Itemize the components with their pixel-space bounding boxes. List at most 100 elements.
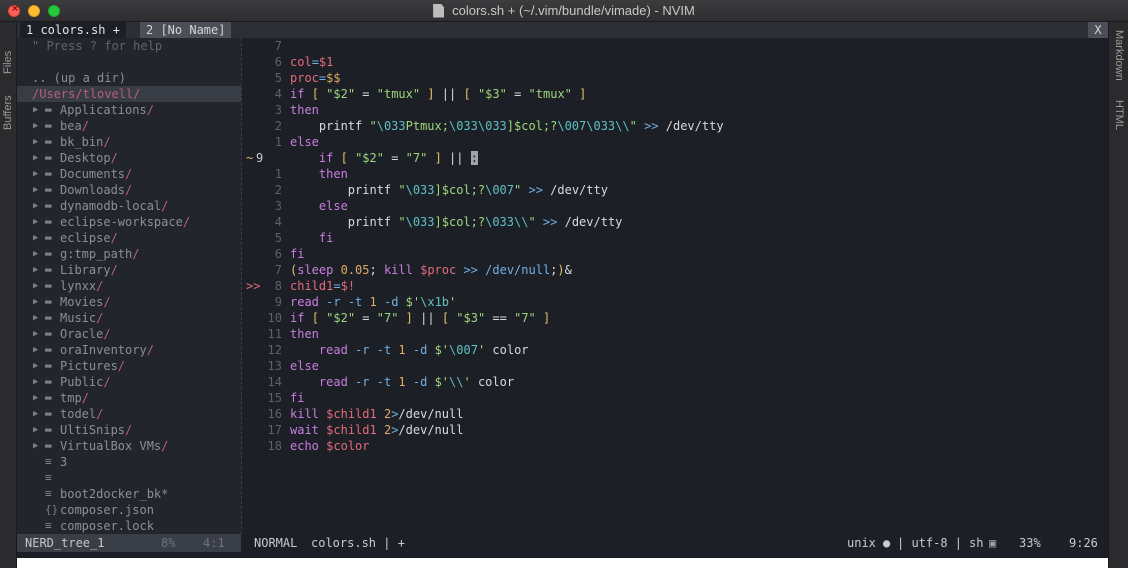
side-tab-markdown[interactable]: Markdown [1113,30,1125,81]
tab-no-name[interactable]: 2 [No Name] [140,22,232,38]
tree-dir-item[interactable]: ▶ ▬ eclipse/ [17,230,241,246]
pane-separator[interactable] [241,38,242,534]
tree-dir-item[interactable]: ▶ ▬ Documents/ [17,166,241,182]
tree-dir-item[interactable]: ▶ ▬ lynxx/ [17,278,241,294]
code-line[interactable]: 1 else [243,134,1108,150]
tree-dir-item[interactable]: ▶ ▬ Public/ [17,374,241,390]
tree-dir-item[interactable]: ▶ ▬ g:tmp_path/ [17,246,241,262]
tree-file-item[interactable]: ≡ boot2docker_bk* [17,486,241,502]
tree-dir-item[interactable]: ▶ ▬ dynamodb-local/ [17,198,241,214]
code-line[interactable]: 14 read -r -t 1 -d $'\\' color [243,374,1108,390]
file-name: composer.lock [60,519,154,533]
dir-name: VirtualBox VMs/ [60,438,168,454]
code-line[interactable]: 3 then [243,102,1108,118]
tree-dir-item[interactable]: ▶ ▬ Music/ [17,310,241,326]
tab-colors-sh[interactable]: 1 colors.sh + [20,22,126,38]
code-line[interactable]: 6 col=$1 [243,54,1108,70]
code-line[interactable]: 7 [243,38,1108,54]
tree-dir-item[interactable]: ▶ ▬ Pictures/ [17,358,241,374]
dir-slash: / [81,119,89,133]
folder-icon: ▬ [45,199,52,212]
code-line[interactable]: 9 read -r -t 1 -d $'\x1b' [243,294,1108,310]
code-line[interactable]: 11 then [243,326,1108,342]
tree-dir-item[interactable]: ▶ ▬ Applications/ [17,102,241,118]
code-line[interactable]: 17 wait $child1 2>/dev/null [243,422,1108,438]
expand-arrow-icon: ▶ [33,297,39,307]
code-line[interactable]: 16 kill $child1 2>/dev/null [243,406,1108,422]
code-line[interactable]: 15 fi [243,390,1108,406]
code-token: "$3" [477,87,507,101]
code-token: kill [383,263,413,277]
json-file-icon: {} [45,503,59,516]
line-number: 7 [274,263,282,277]
code-line[interactable]: 10 if [ "$2" = "7" ] || [ "$3" == "7" ] [243,310,1108,326]
tree-dir-item[interactable]: ▶ ▬ VirtualBox VMs/ [17,438,241,454]
code-text: then [290,166,348,182]
code-line[interactable]: 5 fi [243,230,1108,246]
tree-dir-item[interactable]: ▶ ▬ Movies/ [17,294,241,310]
dir-slash: / [103,295,111,309]
code-token: color [485,343,529,357]
nerdtree-root[interactable]: /Users/tlovell/ [17,86,241,102]
folder-icon: ▬ [45,359,52,372]
tree-dir-item[interactable]: ▶ ▬ Desktop/ [17,150,241,166]
tree-file-item[interactable]: ≡ composer.lock [17,518,241,534]
code-line[interactable]: 7 (sleep 0.05; kill $proc >> /dev/null;)& [243,262,1108,278]
code-line[interactable]: ~9 if [ "$2" = "7" ] || : [243,150,1108,166]
side-tab-buffers[interactable]: Buffers [2,95,14,130]
tree-dir-item[interactable]: ▶ ▬ tmp/ [17,390,241,406]
code-pane[interactable]: 7 6 col=$1 5 proc=$$ 4 if [ "$2" = "tmux" ] ||… [243,38,1108,534]
code-line[interactable]: 2 printf "\033]$col;?\007" >> /dev/tty [243,182,1108,198]
tree-dir-item[interactable]: ▶ ▬ Oracle/ [17,326,241,342]
tree-dir-item[interactable]: ▶ ▬ eclipse-workspace/ [17,214,241,230]
code-line[interactable]: 4 if [ "$2" = "tmux" ] || [ "$3" = "tmux"… [243,86,1108,102]
code-line[interactable]: 2 printf "\033Ptmux;\033\033]$col;?\007\… [243,118,1108,134]
expand-arrow-icon: ▶ [33,361,39,371]
code-line[interactable]: 3 else [243,198,1108,214]
code-line[interactable]: 5 proc=$$ [243,70,1108,86]
line-number: 13 [267,359,282,373]
tree-dir-item[interactable]: ▶ ▬ Library/ [17,262,241,278]
tree-dir-item[interactable]: ▶ ▬ Downloads/ [17,182,241,198]
dir-label: eclipse-workspace [60,215,183,229]
code-line[interactable]: 6 fi [243,246,1108,262]
tree-dir-item[interactable]: ▶ ▬ oraInventory/ [17,342,241,358]
tree-dir-item[interactable]: ▶ ▬ bea/ [17,118,241,134]
tree-dir-item[interactable]: ▶ ▬ todel/ [17,406,241,422]
expand-arrow-icon: ▶ [33,441,39,451]
window-close-button[interactable]: × [8,4,20,17]
window-maximize-button[interactable] [48,5,60,17]
window-minimize-button[interactable] [28,5,40,17]
folder-icon: ▬ [45,231,52,244]
tab-close-button[interactable]: X [1088,22,1108,38]
code-token: "tmux" [376,87,421,101]
tree-file-item[interactable]: {} composer.json [17,502,241,518]
code-line[interactable]: 1 then [243,166,1108,182]
side-tab-html[interactable]: HTML [1113,100,1125,130]
code-line[interactable]: >> 8 child1=$! [243,278,1108,294]
code-token: "7" [405,151,428,165]
dir-name: UltiSnips/ [60,422,132,438]
code-line[interactable]: 4 printf "\033]$col;?\033\\" >> /dev/tty [243,214,1108,230]
code-line[interactable]: 12 read -r -t 1 -d $'\007' color [243,342,1108,358]
side-tab-files[interactable]: Files [2,51,14,74]
code-token: ]$col;? [434,215,486,229]
close-icon: × [11,4,19,14]
code-line[interactable]: 13 else [243,358,1108,374]
code-token: = [506,87,529,101]
code-line[interactable]: 18 echo $color [243,438,1108,454]
tree-file-item[interactable]: ≡ [17,470,241,486]
code-token: >> [528,183,543,197]
line-number: 10 [267,311,282,325]
code-text: else [290,134,319,150]
tree-dir-item[interactable]: ▶ ▬ UltiSnips/ [17,422,241,438]
tree-file-item[interactable]: ≡ 3 [17,454,241,470]
dir-name: bea/ [60,118,89,134]
code-token: " [398,183,406,197]
dir-name: eclipse/ [60,230,118,246]
tree-dir-item[interactable]: ▶ ▬ bk_bin/ [17,134,241,150]
expand-arrow-icon: ▶ [33,105,39,115]
nerdtree-up-dir[interactable]: .. (up a dir) [17,70,241,86]
